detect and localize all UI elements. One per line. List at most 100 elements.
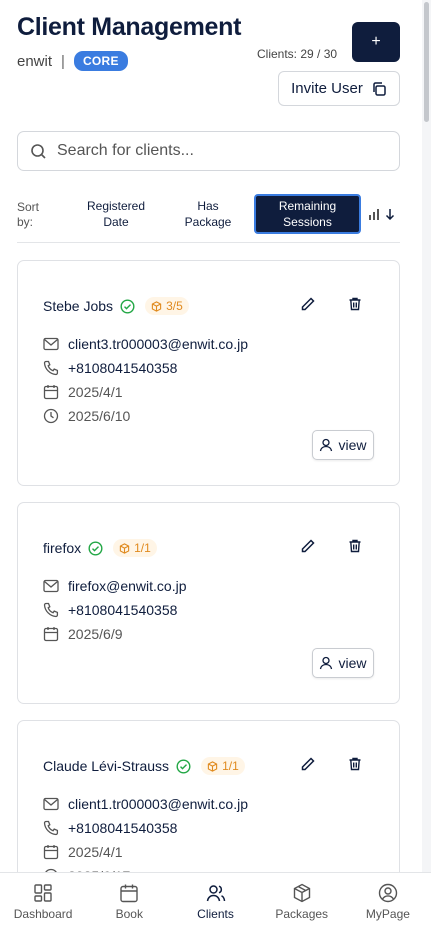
calendar-icon <box>119 883 139 903</box>
view-button[interactable]: view <box>312 430 374 460</box>
edit-icon[interactable] <box>300 296 316 312</box>
edit-icon[interactable] <box>300 756 316 772</box>
registered-date: 2025/4/1 <box>68 384 123 400</box>
nav-label: Packages <box>275 907 329 921</box>
add-client-button[interactable]: + <box>352 22 400 62</box>
client-name[interactable]: Stebe Jobs <box>43 298 113 314</box>
page-scrollbar[interactable] <box>422 0 431 872</box>
bar-chart-icon <box>369 208 379 220</box>
phone-icon <box>43 360 59 376</box>
calendar-icon <box>43 844 59 860</box>
trash-icon[interactable] <box>347 538 363 554</box>
nav-label: Dashboard <box>13 907 73 921</box>
invite-user-label: Invite User <box>291 80 363 97</box>
nav-packages[interactable]: Packages <box>259 873 345 931</box>
last-session-row: 2025/6/10 <box>43 408 130 424</box>
client-count: Clients: 29 / 30 <box>257 47 338 61</box>
phone-row: +8108041540358 <box>43 602 177 618</box>
sort-bar: Sort by: Registered Date Has Package Rem… <box>17 193 400 243</box>
search-box[interactable] <box>17 131 400 171</box>
check-circle-icon <box>120 298 135 314</box>
org-row: enwit | CORE <box>17 51 128 71</box>
mail-icon <box>43 797 59 811</box>
copy-icon <box>371 81 387 97</box>
nav-clients[interactable]: Clients <box>172 873 258 931</box>
check-circle-icon <box>176 758 191 774</box>
package-icon <box>151 300 162 312</box>
nav-dashboard[interactable]: Dashboard <box>0 873 86 931</box>
view-label: view <box>338 655 367 671</box>
mail-icon <box>43 579 59 593</box>
user-circle-icon <box>378 883 398 903</box>
client-name-row: Claude Lévi-Strauss 1/1 <box>43 757 245 775</box>
calendar-icon <box>43 626 59 642</box>
client-name-row: firefox 1/1 <box>43 539 157 557</box>
phone-icon <box>43 602 59 618</box>
search-input[interactable] <box>57 142 377 160</box>
client-name-row: Stebe Jobs 3/5 <box>43 297 189 315</box>
client-name[interactable]: firefox <box>43 540 81 556</box>
view-label: view <box>338 437 367 453</box>
registered-date: 2025/6/9 <box>68 626 123 642</box>
client-phone: +8108041540358 <box>68 602 178 618</box>
client-phone: +8108041540358 <box>68 360 178 376</box>
user-icon <box>319 656 333 670</box>
bottom-nav: Dashboard Book Clients Packages MyPage <box>0 872 431 931</box>
sort-label: Sort by: <box>17 200 40 229</box>
check-circle-icon <box>88 540 103 556</box>
client-email: client1.tr000003@enwit.co.jp <box>68 796 248 812</box>
trash-icon[interactable] <box>347 296 363 312</box>
client-card: Stebe Jobs 3/5 client3.tr000003@enwit.co… <box>17 260 400 486</box>
package-icon <box>207 760 218 772</box>
client-card: firefox 1/1 firefox@enwit.co.jp +8108041… <box>17 502 400 704</box>
registered-row: 2025/6/9 <box>43 626 123 642</box>
phone-row: +8108041540358 <box>43 820 177 836</box>
email-row: firefox@enwit.co.jp <box>43 578 186 594</box>
divider: | <box>61 52 65 70</box>
package-count: 1/1 <box>134 541 151 555</box>
client-email: client3.tr000003@enwit.co.jp <box>68 336 248 352</box>
view-button[interactable]: view <box>312 648 374 678</box>
arrow-down-icon <box>385 208 395 220</box>
nav-label: Clients <box>197 907 234 921</box>
search-icon <box>30 143 47 160</box>
email-row: client1.tr000003@enwit.co.jp <box>43 796 248 812</box>
scrollbar-thumb[interactable] <box>424 2 429 122</box>
registered-date: 2025/4/1 <box>68 844 123 860</box>
nav-mypage[interactable]: MyPage <box>345 873 431 931</box>
package-count: 1/1 <box>222 759 239 773</box>
sort-remaining-sessions[interactable]: Remaining Sessions <box>254 194 361 234</box>
users-icon <box>206 883 226 903</box>
last-session-date: 2025/6/10 <box>68 408 131 424</box>
edit-icon[interactable] <box>300 538 316 554</box>
clock-icon <box>43 408 59 424</box>
org-name: enwit <box>17 52 53 70</box>
invite-user-button[interactable]: Invite User <box>278 71 400 106</box>
package-badge: 1/1 <box>113 539 157 557</box>
package-icon <box>292 883 312 903</box>
dashboard-icon <box>33 883 53 903</box>
calendar-icon <box>43 384 59 400</box>
nav-book[interactable]: Book <box>86 873 172 931</box>
trash-icon[interactable] <box>347 756 363 772</box>
package-icon <box>119 542 130 554</box>
sort-direction-toggle[interactable] <box>369 208 395 220</box>
package-badge: 3/5 <box>145 297 189 315</box>
client-name[interactable]: Claude Lévi-Strauss <box>43 758 169 774</box>
package-badge: 1/1 <box>201 757 245 775</box>
email-row: client3.tr000003@enwit.co.jp <box>43 336 248 352</box>
registered-row: 2025/4/1 <box>43 384 123 400</box>
sort-has-package[interactable]: Has Package <box>173 194 243 234</box>
page-title: Client Management <box>17 13 242 41</box>
page-header: Client Management enwit | CORE + Clients… <box>17 13 400 113</box>
phone-icon <box>43 820 59 836</box>
nav-label: MyPage <box>365 907 410 921</box>
user-icon <box>319 438 333 452</box>
plan-badge: CORE <box>73 51 128 71</box>
client-phone: +8108041540358 <box>68 820 178 836</box>
nav-label: Book <box>115 907 143 921</box>
client-email: firefox@enwit.co.jp <box>68 578 187 594</box>
sort-registered-date[interactable]: Registered Date <box>77 194 155 234</box>
phone-row: +8108041540358 <box>43 360 177 376</box>
registered-row: 2025/4/1 <box>43 844 123 860</box>
